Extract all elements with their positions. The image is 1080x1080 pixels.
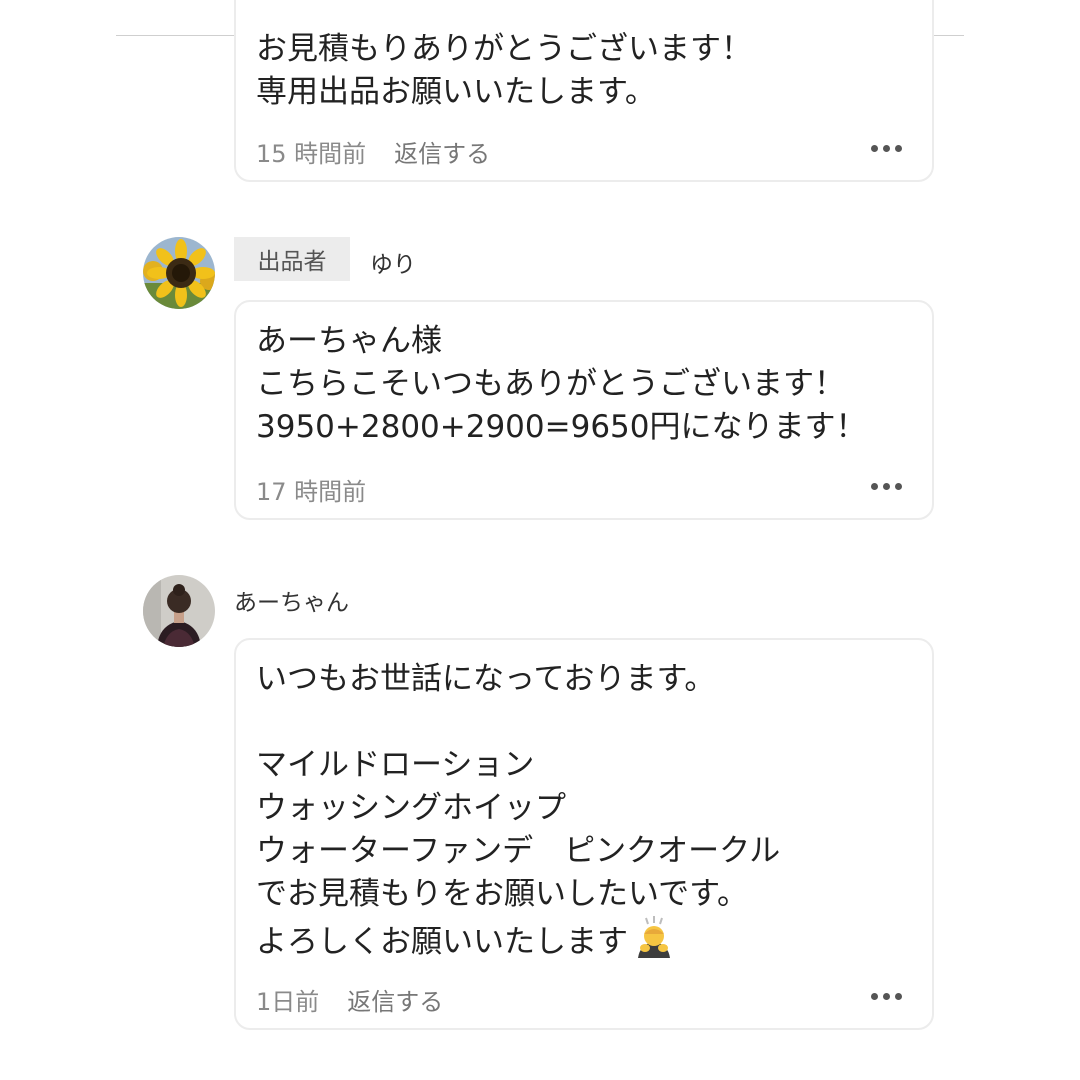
comment-meta: 1日前 返信する — [256, 982, 443, 1017]
comment-line: こちらこそいつもありがとうございます！ — [256, 366, 845, 402]
sunflower-icon[interactable] — [143, 237, 215, 309]
comment-line: ウォッシングホイップ — [256, 790, 566, 826]
username[interactable]: あーちゃん — [234, 583, 349, 617]
comment-line: 専用出品お願いいたします。 — [256, 74, 656, 110]
comment-line: ウォーターファンデ ピンクオークル — [256, 833, 781, 869]
more-options-icon[interactable] — [871, 145, 902, 152]
person-photo[interactable] — [143, 575, 215, 647]
comment-time: 15 時間前 — [256, 140, 367, 168]
comment-card: あーちゃん様 こちらこそいつもありがとうございます！ 3950+2800+290… — [234, 300, 934, 520]
comment-card: いつもお世話になっております。 マイルドローション ウォッシングホイップ ウォー… — [234, 638, 934, 1030]
comment-line-with-emoji: よろしくお願いいたします — [256, 916, 780, 960]
comment-meta: 15 時間前 返信する — [256, 134, 490, 169]
comment-line: でお見積もりをお願いしたいです。 — [256, 876, 748, 912]
reply-button[interactable]: 返信する — [394, 134, 490, 169]
comment-line: いつもお世話になっております。 — [256, 661, 716, 697]
comment-line: 3950+2800+2900=9650円になります！ — [256, 409, 867, 445]
comment-time: 1日前 — [256, 988, 320, 1016]
comment-body: あーちゃん様 こちらこそいつもありがとうございます！ 3950+2800+290… — [256, 320, 867, 449]
comment-card: お見積もりありがとうございます！ 専用出品お願いいたします。 15 時間前 返信… — [234, 0, 934, 182]
reply-button[interactable]: 返信する — [347, 982, 443, 1017]
seller-badge: 出品者 — [234, 237, 350, 281]
person-bowing-emoji — [632, 916, 676, 960]
comment-line: あーちゃん様 — [256, 323, 442, 359]
username[interactable]: ゆり — [370, 245, 416, 279]
comment-line — [256, 701, 780, 744]
comment-body: いつもお世話になっております。 マイルドローション ウォッシングホイップ ウォー… — [256, 658, 781, 960]
comment-body: お見積もりありがとうございます！ 専用出品お願いいたします。 — [256, 28, 752, 114]
comment-meta: 17 時間前 — [256, 472, 366, 507]
comment-line: よろしくお願いいたします — [256, 924, 628, 960]
more-options-icon[interactable] — [871, 483, 902, 490]
comment-line: マイルドローション — [256, 747, 535, 783]
comment-time: 17 時間前 — [256, 478, 367, 506]
comment-line: お見積もりありがとうございます！ — [256, 31, 752, 67]
more-options-icon[interactable] — [871, 993, 902, 1000]
